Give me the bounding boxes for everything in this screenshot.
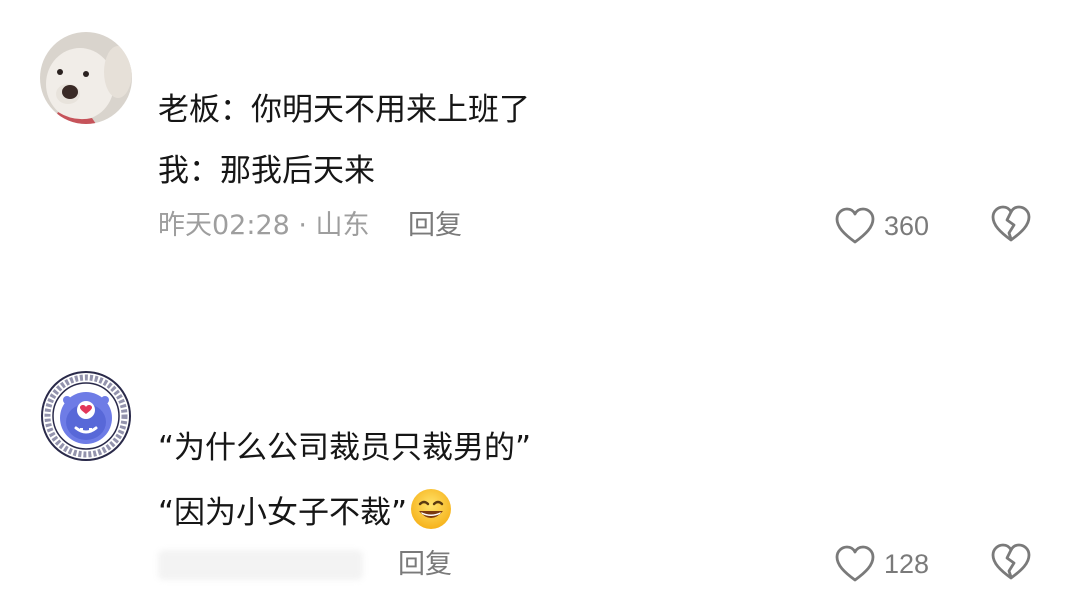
- comment-item: 老板：你明天不用来上班了 我：那我后天来 昨天02:28 · 山东 回复 360: [0, 0, 1079, 300]
- user-avatar[interactable]: [40, 370, 132, 462]
- comment-text: “因为小女子不裁”: [158, 495, 408, 531]
- monster-badge-icon: [40, 370, 132, 462]
- blurred-meta: [158, 550, 363, 580]
- dog-avatar-icon: [40, 32, 132, 124]
- comment-item: “为什么公司裁员只裁男的” “因为小女子不裁” 回复 128: [0, 300, 1079, 615]
- broken-heart-icon: [991, 543, 1031, 580]
- dislike-button[interactable]: [990, 542, 1032, 586]
- broken-heart-icon: [991, 205, 1031, 242]
- reply-button[interactable]: 回复: [398, 548, 452, 582]
- smiling-face-emoji-icon: [411, 489, 452, 529]
- like-button[interactable]: 128: [834, 542, 929, 586]
- dislike-button[interactable]: [990, 204, 1032, 248]
- comment-text-line: “因为小女子不裁”: [158, 487, 453, 533]
- like-count: 128: [884, 548, 930, 579]
- comment-text-line: “为什么公司裁员只裁男的”: [158, 430, 532, 466]
- like-button[interactable]: 360: [834, 204, 929, 248]
- heart-outline-icon: [835, 545, 875, 582]
- comment-text-line: 老板：你明天不用来上班了: [158, 92, 530, 128]
- comment-text-line: 我：那我后天来: [158, 153, 375, 189]
- reply-button[interactable]: 回复: [408, 209, 462, 243]
- heart-outline-icon: [835, 207, 875, 244]
- comment-time-location: 昨天02:28 · 山东: [158, 210, 370, 241]
- like-count: 360: [884, 210, 930, 241]
- user-avatar[interactable]: [40, 32, 132, 124]
